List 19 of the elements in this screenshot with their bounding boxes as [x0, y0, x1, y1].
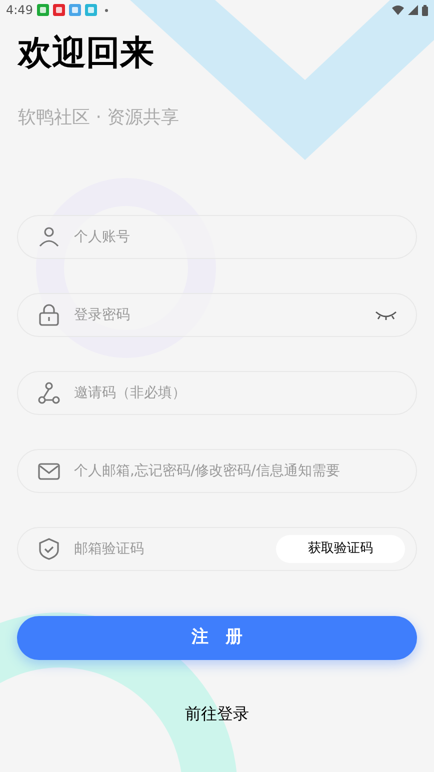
input-field[interactable]: 邀请码（非必填）: [17, 371, 417, 415]
input-field[interactable]: 个人账号: [17, 215, 417, 259]
nodes-icon: [37, 381, 61, 405]
battery-icon: [422, 4, 428, 16]
register-button[interactable]: 注 册: [17, 616, 417, 660]
password-field[interactable]: 登录密码: [17, 293, 417, 337]
more-notifications-icon: [104, 8, 108, 12]
shield-check-icon: [37, 537, 61, 561]
person-icon: [37, 225, 61, 249]
wifi-icon: [392, 5, 404, 15]
lock-icon: [37, 303, 61, 327]
status-time: 4:49: [6, 2, 33, 19]
closed-eye-icon[interactable]: [375, 309, 397, 321]
input-field[interactable]: 个人邮箱,忘记密码/修改密码/信息通知需要: [17, 449, 417, 493]
signal-icon: [408, 5, 418, 15]
get-code-button[interactable]: 获取验证码: [276, 535, 405, 563]
login-link[interactable]: 前往登录: [185, 702, 249, 726]
page-subtitle: 软鸭社区 · 资源共享: [18, 106, 180, 130]
page-title: 欢迎回来: [18, 32, 154, 74]
